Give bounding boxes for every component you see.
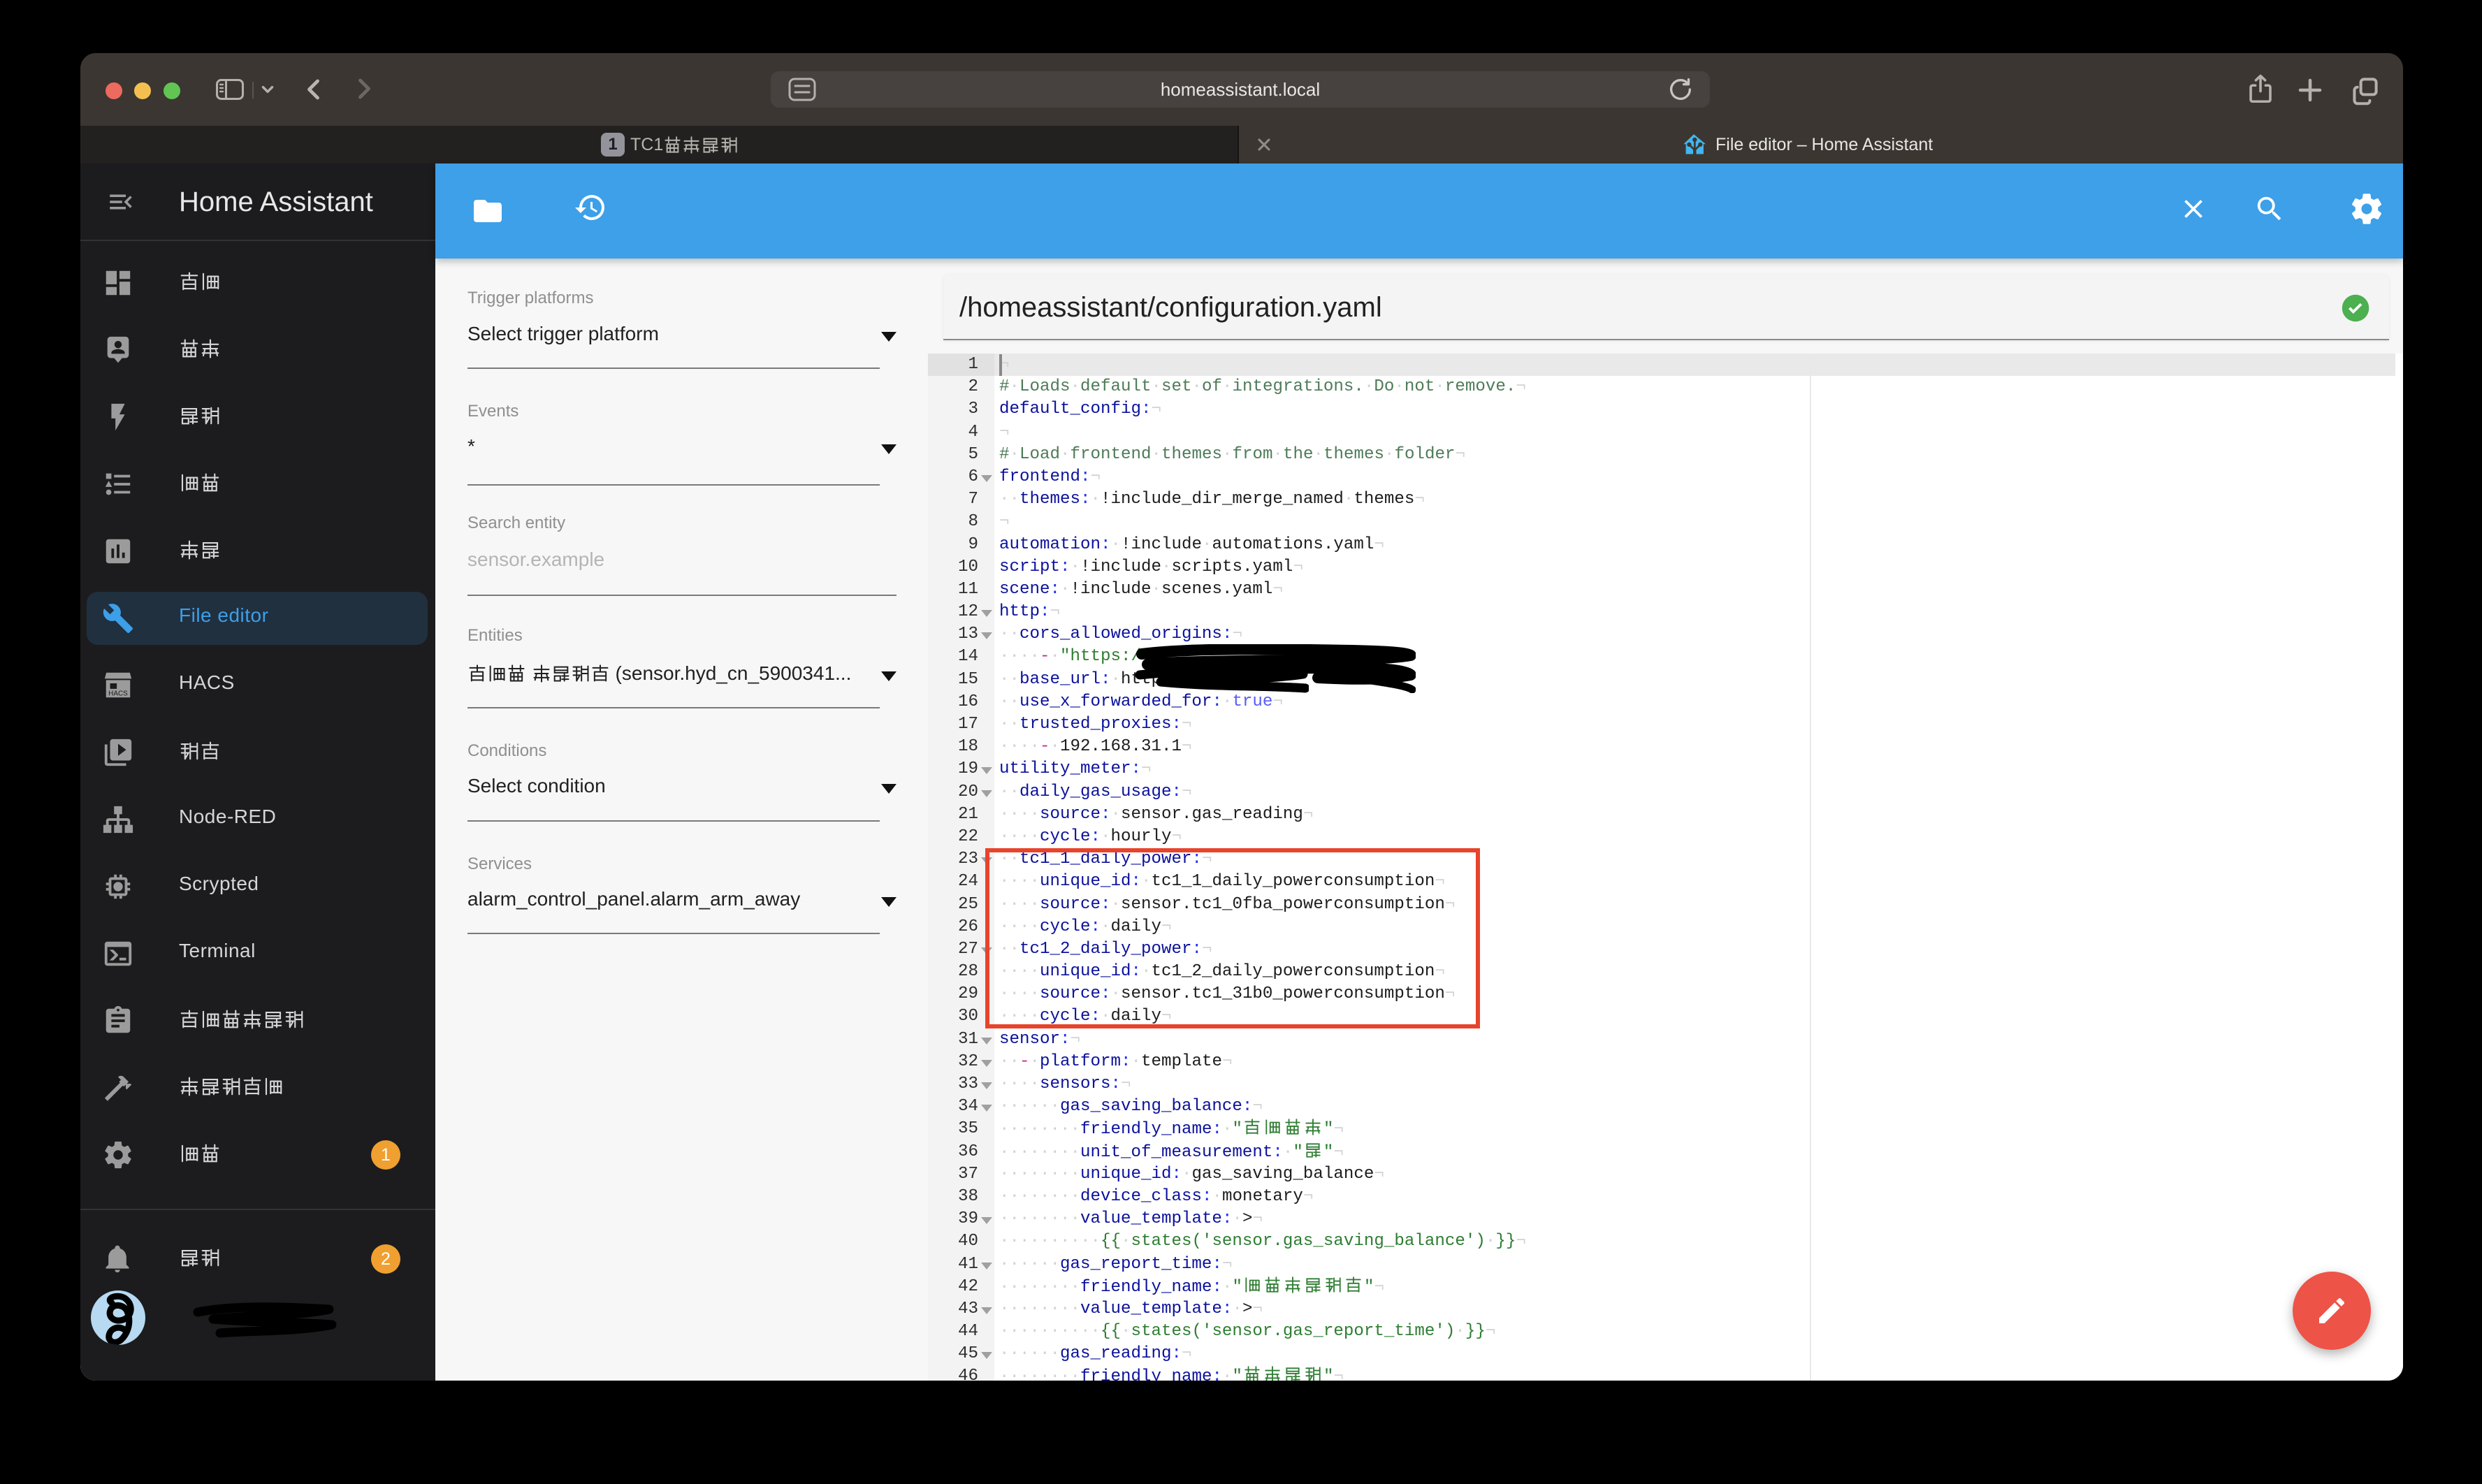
svg-text:HACS: HACS — [108, 690, 128, 697]
